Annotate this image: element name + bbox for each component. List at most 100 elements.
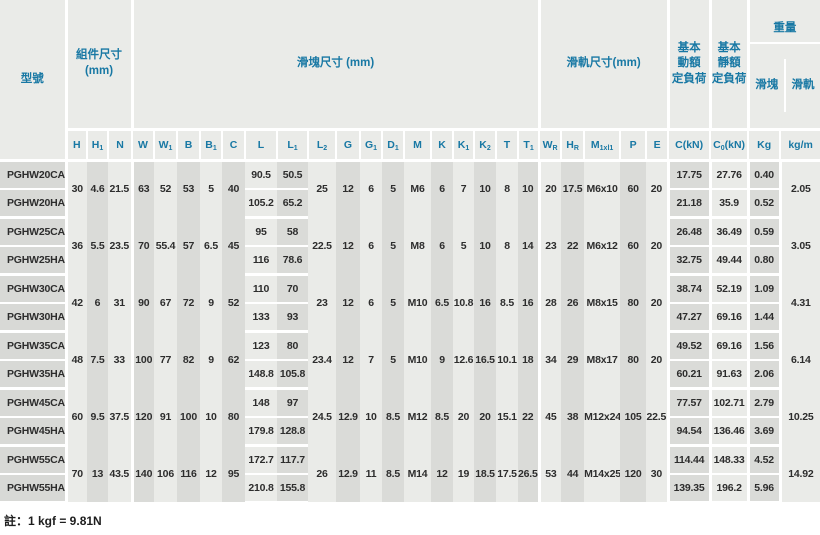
- spec-cell-WR: 34: [539, 331, 561, 388]
- spec-cell-HR: 29: [561, 331, 584, 388]
- column-header-L2: L2: [308, 129, 336, 160]
- spec-cell-B1: 9: [200, 331, 222, 388]
- spec-cell-kgm: 10.25: [780, 388, 820, 445]
- spec-cell-K: 6: [431, 217, 453, 274]
- spec-cell-Kg: 0.59: [748, 217, 780, 246]
- spec-cell-M1: M14x25: [584, 445, 620, 502]
- spec-cell-C0kN: 27.76: [710, 160, 748, 189]
- spec-cell-B: 72: [177, 274, 200, 331]
- column-header-B1: B1: [200, 129, 222, 160]
- spec-cell-D1: 5: [382, 274, 404, 331]
- spec-cell-G: 12: [336, 274, 360, 331]
- spec-cell-C0kN: 69.16: [710, 303, 748, 332]
- spec-cell-CkN: 21.18: [668, 189, 710, 218]
- spec-cell-D1: 5: [382, 217, 404, 274]
- spec-cell-K2: 10: [474, 217, 496, 274]
- model-cell: PGHW25HA: [0, 246, 66, 275]
- spec-cell-L: 210.8: [245, 474, 277, 503]
- spec-cell-Kg: 1.56: [748, 331, 780, 360]
- spec-cell-L: 148: [245, 388, 277, 417]
- spec-cell-H1: 6: [87, 274, 108, 331]
- spec-cell-P: 60: [620, 160, 646, 217]
- spec-cell-N: 33: [108, 331, 132, 388]
- spec-cell-WR: 53: [539, 445, 561, 502]
- spec-cell-L2: 25: [308, 160, 336, 217]
- spec-cell-H1: 7.5: [87, 331, 108, 388]
- spec-cell-T: 8: [496, 217, 518, 274]
- spec-cell-B1: 6.5: [200, 217, 222, 274]
- spec-cell-Kg: 4.52: [748, 445, 780, 474]
- spec-cell-CkN: 32.75: [668, 246, 710, 275]
- spec-cell-T: 10.1: [496, 331, 518, 388]
- spec-cell-CkN: 38.74: [668, 274, 710, 303]
- spec-cell-L1: 50.5: [277, 160, 308, 189]
- column-header-W1: W1: [154, 129, 177, 160]
- spec-cell-H: 36: [66, 217, 87, 274]
- spec-cell-D1: 5: [382, 160, 404, 217]
- spec-cell-N: 43.5: [108, 445, 132, 502]
- spec-cell-L1: 70: [277, 274, 308, 303]
- spec-cell-L: 110: [245, 274, 277, 303]
- spec-cell-G1: 11: [360, 445, 382, 502]
- spec-cell-D1: 5: [382, 331, 404, 388]
- weight-label: 重量: [750, 16, 820, 44]
- spec-cell-CkN: 17.75: [668, 160, 710, 189]
- spec-cell-WR: 28: [539, 274, 561, 331]
- spec-cell-L1: 128.8: [277, 417, 308, 446]
- spec-cell-N: 31: [108, 274, 132, 331]
- spec-cell-G1: 7: [360, 331, 382, 388]
- spec-cell-P: 105: [620, 388, 646, 445]
- spec-cell-E: 20: [646, 274, 668, 331]
- spec-cell-W1: 67: [154, 274, 177, 331]
- spec-cell-C0kN: 69.16: [710, 331, 748, 360]
- weight-block-label: 滑塊: [750, 59, 786, 112]
- spec-cell-B1: 10: [200, 388, 222, 445]
- section-header-rail-dimensions: 滑軌尺寸(mm): [539, 0, 668, 129]
- spec-cell-H: 70: [66, 445, 87, 502]
- spec-cell-D1: 8.5: [382, 445, 404, 502]
- spec-cell-CkN: 60.21: [668, 360, 710, 389]
- spec-cell-C: 45: [222, 217, 245, 274]
- column-header-H: H: [66, 129, 87, 160]
- spec-cell-B: 100: [177, 388, 200, 445]
- spec-cell-C: 52: [222, 274, 245, 331]
- model-cell: PGHW30HA: [0, 303, 66, 332]
- footnote: 註：1 kgf = 9.81N: [0, 504, 820, 535]
- spec-sheet: 型號 組件尺寸 (mm) 滑塊尺寸 (mm) 滑軌尺寸(mm) 基本 動額 定負…: [0, 0, 820, 535]
- spec-cell-B: 116: [177, 445, 200, 502]
- spec-cell-M1: M12x24: [584, 388, 620, 445]
- spec-cell-G1: 6: [360, 160, 382, 217]
- spec-cell-L1: 78.6: [277, 246, 308, 275]
- model-cell: PGHW55HA: [0, 474, 66, 503]
- spec-cell-W1: 106: [154, 445, 177, 502]
- spec-cell-Kg: 0.80: [748, 246, 780, 275]
- spec-cell-K2: 16.5: [474, 331, 496, 388]
- spec-cell-C0kN: 148.33: [710, 445, 748, 474]
- spec-cell-M: M8: [404, 217, 431, 274]
- spec-cell-W: 63: [132, 160, 154, 217]
- spec-cell-K: 9: [431, 331, 453, 388]
- spec-cell-Kg: 2.06: [748, 360, 780, 389]
- spec-cell-K: 6.5: [431, 274, 453, 331]
- spec-cell-E: 30: [646, 445, 668, 502]
- column-header-D1: D1: [382, 129, 404, 160]
- spec-cell-W: 70: [132, 217, 154, 274]
- spec-cell-E: 20: [646, 331, 668, 388]
- spec-cell-T1: 22: [518, 388, 539, 445]
- spec-cell-P: 80: [620, 274, 646, 331]
- spec-cell-K: 6: [431, 160, 453, 217]
- spec-cell-E: 22.5: [646, 388, 668, 445]
- column-header-K: K: [431, 129, 453, 160]
- spec-cell-K1: 10.8: [453, 274, 474, 331]
- spec-cell-B: 53: [177, 160, 200, 217]
- section-header-assembly-dimensions: 組件尺寸 (mm): [66, 0, 132, 129]
- spec-cell-M1: M8x15: [584, 274, 620, 331]
- column-header-G1: G1: [360, 129, 382, 160]
- spec-cell-G1: 6: [360, 217, 382, 274]
- spec-cell-M1: M6x12: [584, 217, 620, 274]
- spec-cell-E: 20: [646, 160, 668, 217]
- spec-cell-W1: 91: [154, 388, 177, 445]
- spec-cell-H: 30: [66, 160, 87, 217]
- model-cell: PGHW20HA: [0, 189, 66, 218]
- spec-cell-G: 12: [336, 331, 360, 388]
